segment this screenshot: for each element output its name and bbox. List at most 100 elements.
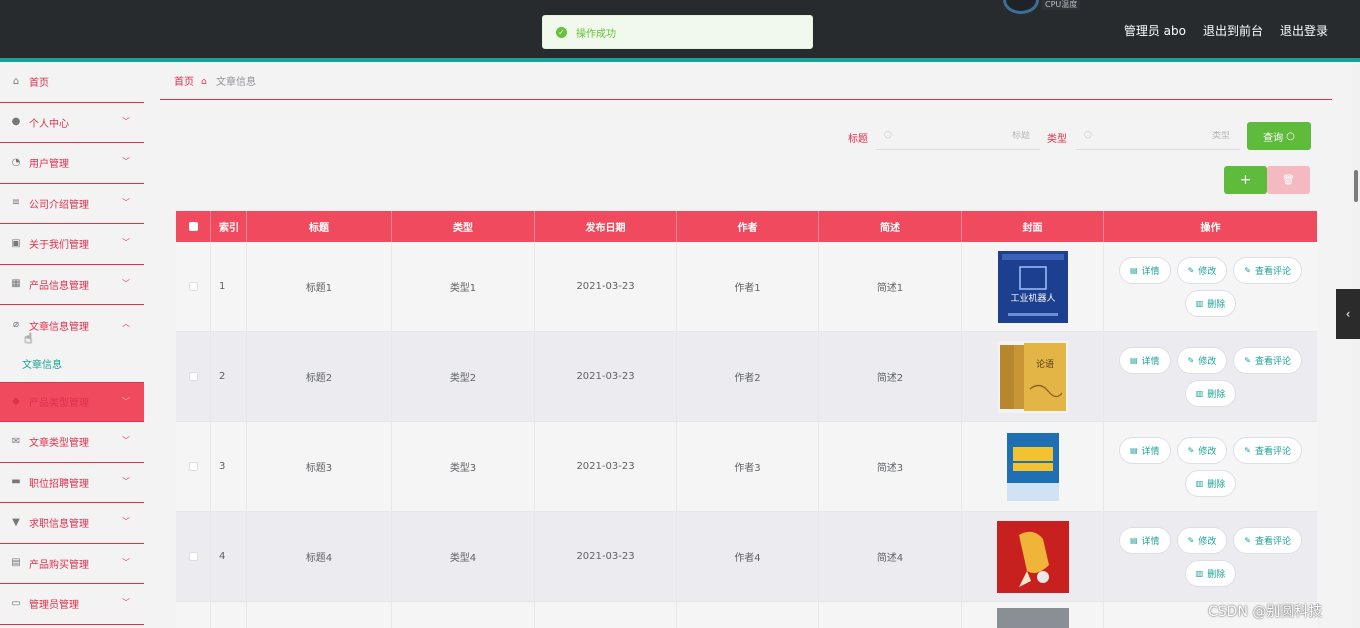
trash-icon: ▥ (1195, 298, 1204, 308)
submenu-item-article-info[interactable]: 文章信息 (0, 346, 144, 382)
type-search-input[interactable]: ○ (1076, 122, 1240, 150)
chevron-down-icon: ﹀ (122, 598, 130, 607)
logout-link[interactable]: 退出登录 (1280, 22, 1328, 39)
cell-ops: ▤ 详情 ✎ 修改 ✎ 查看评论 ▥ 删除 (1104, 512, 1317, 601)
document-icon: ▤ (1129, 535, 1138, 545)
detail-button[interactable]: ▤ 详情 (1118, 256, 1171, 284)
delete-button[interactable]: ▥ 删除 (1184, 559, 1237, 587)
mail-icon: ✉ (11, 435, 21, 447)
cell-author: 作者4 (677, 512, 819, 601)
view-comments-button[interactable]: ✎ 查看评论 (1233, 436, 1302, 464)
view-comments-button[interactable]: ✎ 查看评论 (1233, 526, 1302, 554)
sidebar-item-label: 产品购买管理 (29, 559, 89, 571)
chevron-down-icon: ﹀ (122, 557, 130, 567)
chevron-up-icon: ︿ (122, 319, 130, 328)
header-type: 类型 (392, 211, 535, 242)
cover-image (996, 608, 1069, 628)
delete-button[interactable]: ▥ 删除 (1184, 469, 1237, 497)
edit-label: 修改 (1198, 536, 1217, 547)
cell-title (247, 602, 392, 628)
scrollbar-thumb[interactable] (1354, 170, 1358, 202)
row-checkbox[interactable] (188, 282, 198, 291)
sidebar-item-products[interactable]: ▦ 产品信息管理 ﹀ (0, 264, 144, 305)
cell-title: 标题2 (247, 332, 392, 421)
edit-button[interactable]: ✎ 修改 (1176, 526, 1228, 554)
clipboard-icon: ▤ (11, 557, 21, 569)
edit-button[interactable]: ✎ 修改 (1176, 436, 1228, 464)
edit-button[interactable]: ✎ 修改 (1176, 346, 1228, 374)
sidebar-item-jobs[interactable]: ▬ 职位招聘管理 ﹀ (0, 462, 144, 503)
header-cover: 封面 (962, 211, 1104, 242)
trash-icon: ▥ (1195, 388, 1204, 398)
title-search-label: 标题 (848, 134, 868, 145)
view-comments-button[interactable]: ✎ 查看评论 (1233, 346, 1302, 374)
delete-label: 删除 (1207, 479, 1226, 490)
detail-button[interactable]: ▤ 详情 (1118, 346, 1171, 374)
view-comments-button[interactable]: ✎ 查看评论 (1233, 256, 1302, 284)
sidebar-item-home[interactable]: ⌂ 首页 (0, 62, 144, 103)
batch-delete-button[interactable]: 🗑 (1267, 166, 1310, 194)
edit-label: 修改 (1198, 446, 1217, 457)
grid-icon: ▦ (11, 278, 21, 290)
cell-title: 标题3 (247, 422, 392, 511)
row-checkbox-cell (176, 332, 211, 421)
sidebar-item-about[interactable]: ▣ 关于我们管理 ﹀ (0, 224, 144, 265)
sidebar-item-label: 公司介绍管理 (29, 199, 89, 211)
search-button[interactable]: 查询 ○ (1247, 122, 1311, 150)
breadcrumb-home[interactable]: 首页 (174, 73, 194, 88)
list-icon: ≡ (11, 197, 21, 209)
row-checkbox[interactable] (188, 372, 198, 381)
add-button[interactable]: + (1224, 166, 1267, 194)
exit-to-frontend-link[interactable]: 退出到前台 (1203, 22, 1263, 39)
cell-type (392, 602, 535, 628)
chevron-down-icon: ﹀ (122, 197, 130, 207)
sidebar-item-users[interactable]: ◔ 用户管理 ﹀ (0, 143, 144, 184)
cell-author: 作者3 (677, 422, 819, 511)
sidebar-item-job-seeking[interactable]: ▼ 求职信息管理 ﹀ (0, 503, 144, 544)
cpu-gauge-icon (1003, 0, 1039, 14)
page-scrollbar[interactable] (1352, 62, 1360, 628)
table-header: 索引 标题 类型 发布日期 作者 简述 封面 操作 (176, 211, 1317, 242)
row-checkbox[interactable] (188, 462, 198, 471)
sidebar-item-admins[interactable]: ▭ 管理员管理 ﹀ (0, 584, 144, 625)
cell-index: 3 (211, 422, 247, 511)
article-table: 索引 标题 类型 发布日期 作者 简述 封面 操作 1 标题1 类型1 2021… (176, 211, 1317, 628)
row-checkbox[interactable] (188, 552, 198, 561)
sidebar-item-label: 产品类型管理 (29, 398, 89, 410)
home-icon: ⌂ (12, 75, 20, 87)
sidebar-item-profile[interactable]: ● 个人中心 ﹀ (0, 102, 144, 143)
sidebar-item-articles[interactable]: ⌀ 文章信息管理 ︿ (0, 305, 144, 346)
user-icon: ● (11, 116, 21, 128)
comments-label: 查看评论 (1254, 266, 1291, 277)
table-row: 2 标题2 类型2 2021-03-23 作者2 简述2 论语 ▤ 详情 ✎ 修… (176, 332, 1317, 422)
document-icon: ▤ (1129, 265, 1138, 275)
drawer-toggle-button[interactable]: ‹ (1336, 289, 1360, 339)
row-checkbox-cell (176, 602, 211, 628)
detail-button[interactable]: ▤ 详情 (1118, 526, 1171, 554)
stamp-icon: ▼ (12, 516, 20, 528)
search-icon: ○ (1084, 130, 1092, 140)
edit-button[interactable]: ✎ 修改 (1176, 256, 1228, 284)
title-search-input[interactable]: ○ (876, 122, 1040, 150)
edit-label: 修改 (1198, 356, 1217, 367)
sidebar-item-product-types[interactable]: ◆ 产品类型管理 ﹀ (0, 381, 144, 422)
select-all-checkbox[interactable] (188, 222, 198, 231)
detail-button[interactable]: ▤ 详情 (1118, 436, 1171, 464)
sidebar-item-purchases[interactable]: ▤ 产品购买管理 ﹀ (0, 543, 144, 584)
sidebar-item-company[interactable]: ≡ 公司介绍管理 ﹀ (0, 183, 144, 224)
delete-button[interactable]: ▥ 删除 (1184, 289, 1237, 317)
delete-button[interactable]: ▥ 删除 (1184, 379, 1237, 407)
cell-index: 2 (211, 332, 247, 421)
sidebar-item-label: 关于我们管理 (29, 240, 89, 252)
cell-date: 2021-03-23 (535, 422, 677, 511)
cell-type: 类型1 (392, 242, 535, 331)
sidebar-item-article-types[interactable]: ✉ 文章类型管理 ﹀ (0, 422, 144, 463)
header-title: 标题 (247, 211, 392, 242)
toast-message: 操作成功 (576, 28, 616, 40)
search-icon: ○ (884, 130, 892, 140)
edit-icon: ✎ (1244, 535, 1251, 545)
type-search-field[interactable] (1076, 130, 1240, 141)
edit-icon: ✎ (1244, 265, 1251, 275)
delete-label: 删除 (1207, 389, 1226, 400)
title-search-field[interactable] (876, 130, 1040, 141)
